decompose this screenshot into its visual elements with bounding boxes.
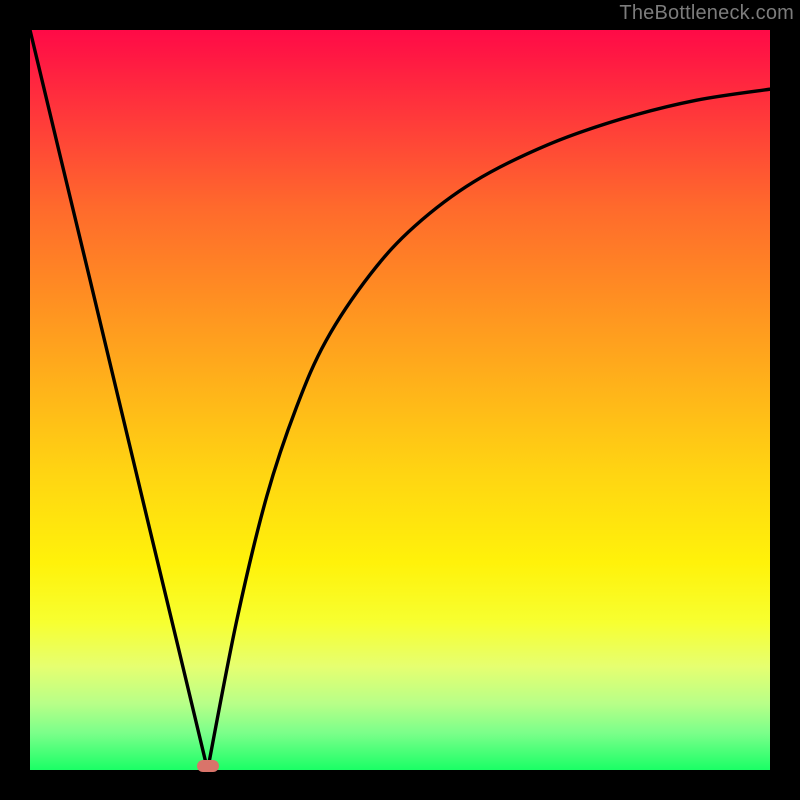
chart-frame: TheBottleneck.com (0, 0, 800, 800)
attribution-text: TheBottleneck.com (619, 2, 794, 25)
bottleneck-curve (30, 30, 770, 770)
curve-left-branch (30, 30, 208, 770)
curve-right-branch (208, 89, 770, 770)
minimum-marker (197, 760, 219, 772)
plot-area (30, 30, 770, 770)
